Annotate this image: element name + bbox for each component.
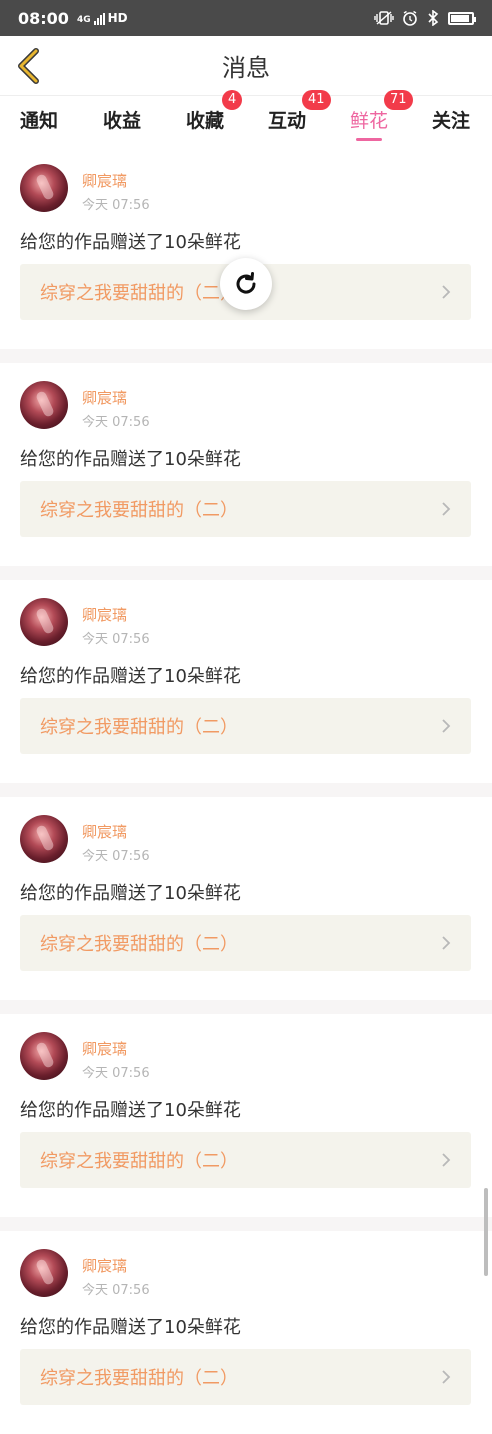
divider [0, 566, 492, 580]
message-text: 给您的作品赠送了10朵鲜花 [20, 883, 241, 904]
book-link[interactable]: 综穿之我要甜甜的（二） [20, 1132, 471, 1188]
tab-label: 通知 [20, 110, 59, 132]
divider [0, 349, 492, 363]
message-text: 给您的作品赠送了10朵鲜花 [20, 232, 241, 253]
sender-name[interactable]: 卿宸璃 [82, 604, 127, 625]
status-left: 08:00 4G HD [18, 9, 128, 28]
status-time: 08:00 [18, 8, 69, 28]
message-time: 今天 07:56 [82, 198, 150, 213]
sender-name[interactable]: 卿宸璃 [82, 821, 127, 842]
message-tabs: 通知 收益 收藏 4 互动 41 鲜花 71 关注 [0, 90, 492, 146]
alarm-icon [403, 10, 417, 26]
message-item: 卿宸璃 今天 07:56 给您的作品赠送了10朵鲜花 综穿之我要甜甜的（二） [0, 363, 492, 566]
tab-favorites[interactable]: 收藏 4 [186, 90, 243, 146]
book-title: 综穿之我要甜甜的（二） [40, 500, 238, 521]
tab-follows[interactable]: 关注 [432, 96, 470, 146]
divider [0, 783, 492, 797]
network-type: 4G [76, 15, 91, 25]
message-item: 卿宸璃 今天 07:56 给您的作品赠送了10朵鲜花 综穿之我要甜甜的（二） [0, 146, 492, 349]
sender-name[interactable]: 卿宸璃 [82, 387, 127, 408]
app-header: 消息 [0, 36, 492, 96]
tab-interactions[interactable]: 互动 41 [268, 90, 331, 146]
tab-label: 互动 [268, 110, 307, 132]
avatar[interactable] [20, 815, 68, 863]
chevron-right-icon [442, 1370, 451, 1384]
book-link[interactable]: 综穿之我要甜甜的（二） [20, 481, 471, 537]
tab-badge: 41 [302, 90, 331, 110]
chevron-right-icon [442, 936, 451, 950]
message-time: 今天 07:56 [82, 849, 150, 864]
avatar[interactable] [20, 1249, 68, 1297]
chevron-right-icon [442, 502, 451, 516]
message-item: 卿宸璃 今天 07:56 给您的作品赠送了10朵鲜花 综穿之我要甜甜的（二） [0, 1231, 492, 1434]
message-time: 今天 07:56 [82, 632, 150, 647]
chevron-right-icon [442, 285, 451, 299]
sender-name[interactable]: 卿宸璃 [82, 1038, 127, 1059]
sender-name[interactable]: 卿宸璃 [82, 170, 127, 191]
divider [0, 1217, 492, 1231]
scrollbar[interactable] [484, 1188, 488, 1276]
tab-badge: 71 [384, 90, 413, 110]
chevron-right-icon [442, 1153, 451, 1167]
message-text: 给您的作品赠送了10朵鲜花 [20, 1100, 241, 1121]
tab-label: 收藏 [186, 110, 225, 132]
signal-icon: 4G HD [77, 11, 128, 25]
book-title: 综穿之我要甜甜的（二） [40, 717, 238, 738]
book-link[interactable]: 综穿之我要甜甜的（二） [20, 698, 471, 754]
message-text: 给您的作品赠送了10朵鲜花 [20, 449, 241, 470]
book-title: 综穿之我要甜甜的（二） [40, 1368, 238, 1389]
tab-badge: 4 [222, 90, 243, 110]
avatar[interactable] [20, 598, 68, 646]
status-bar: 08:00 4G HD [0, 0, 492, 36]
message-text: 给您的作品赠送了10朵鲜花 [20, 1317, 241, 1338]
refresh-icon [236, 272, 256, 294]
book-title: 综穿之我要甜甜的（二） [40, 283, 238, 304]
back-button[interactable] [10, 46, 46, 86]
status-right [374, 10, 476, 26]
chevron-left-icon [18, 48, 39, 84]
avatar[interactable] [20, 1032, 68, 1080]
message-item: 卿宸璃 今天 07:56 给您的作品赠送了10朵鲜花 综穿之我要甜甜的（二） [0, 797, 492, 1000]
tab-flowers[interactable]: 鲜花 71 [350, 90, 413, 146]
tab-label: 鲜花 [350, 110, 389, 132]
divider [0, 1000, 492, 1014]
message-time: 今天 07:56 [82, 1066, 150, 1081]
book-title: 综穿之我要甜甜的（二） [40, 1151, 238, 1172]
book-title: 综穿之我要甜甜的（二） [40, 934, 238, 955]
message-time: 今天 07:56 [82, 415, 150, 430]
chevron-right-icon [442, 719, 451, 733]
tab-notice[interactable]: 通知 [20, 96, 58, 146]
message-time: 今天 07:56 [82, 1283, 150, 1298]
vibrate-icon [374, 11, 394, 25]
message-list: 卿宸璃 今天 07:56 给您的作品赠送了10朵鲜花 综穿之我要甜甜的（二） 卿… [0, 146, 492, 1434]
avatar[interactable] [20, 381, 68, 429]
avatar[interactable] [20, 164, 68, 212]
tab-earnings[interactable]: 收益 [103, 96, 141, 146]
book-link[interactable]: 综穿之我要甜甜的（二） [20, 915, 471, 971]
tab-label: 关注 [432, 110, 471, 132]
active-tab-indicator [356, 138, 382, 141]
sender-name[interactable]: 卿宸璃 [82, 1255, 127, 1276]
hd-label: HD [107, 11, 128, 25]
tab-label: 收益 [103, 110, 142, 132]
bluetooth-icon [428, 10, 439, 26]
book-link[interactable]: 综穿之我要甜甜的（二） [20, 1349, 471, 1405]
refresh-button[interactable] [220, 258, 272, 310]
battery-icon [448, 11, 476, 25]
message-item: 卿宸璃 今天 07:56 给您的作品赠送了10朵鲜花 综穿之我要甜甜的（二） [0, 1014, 492, 1217]
page-title: 消息 [222, 54, 270, 82]
message-item: 卿宸璃 今天 07:56 给您的作品赠送了10朵鲜花 综穿之我要甜甜的（二） [0, 580, 492, 783]
message-text: 给您的作品赠送了10朵鲜花 [20, 666, 241, 687]
